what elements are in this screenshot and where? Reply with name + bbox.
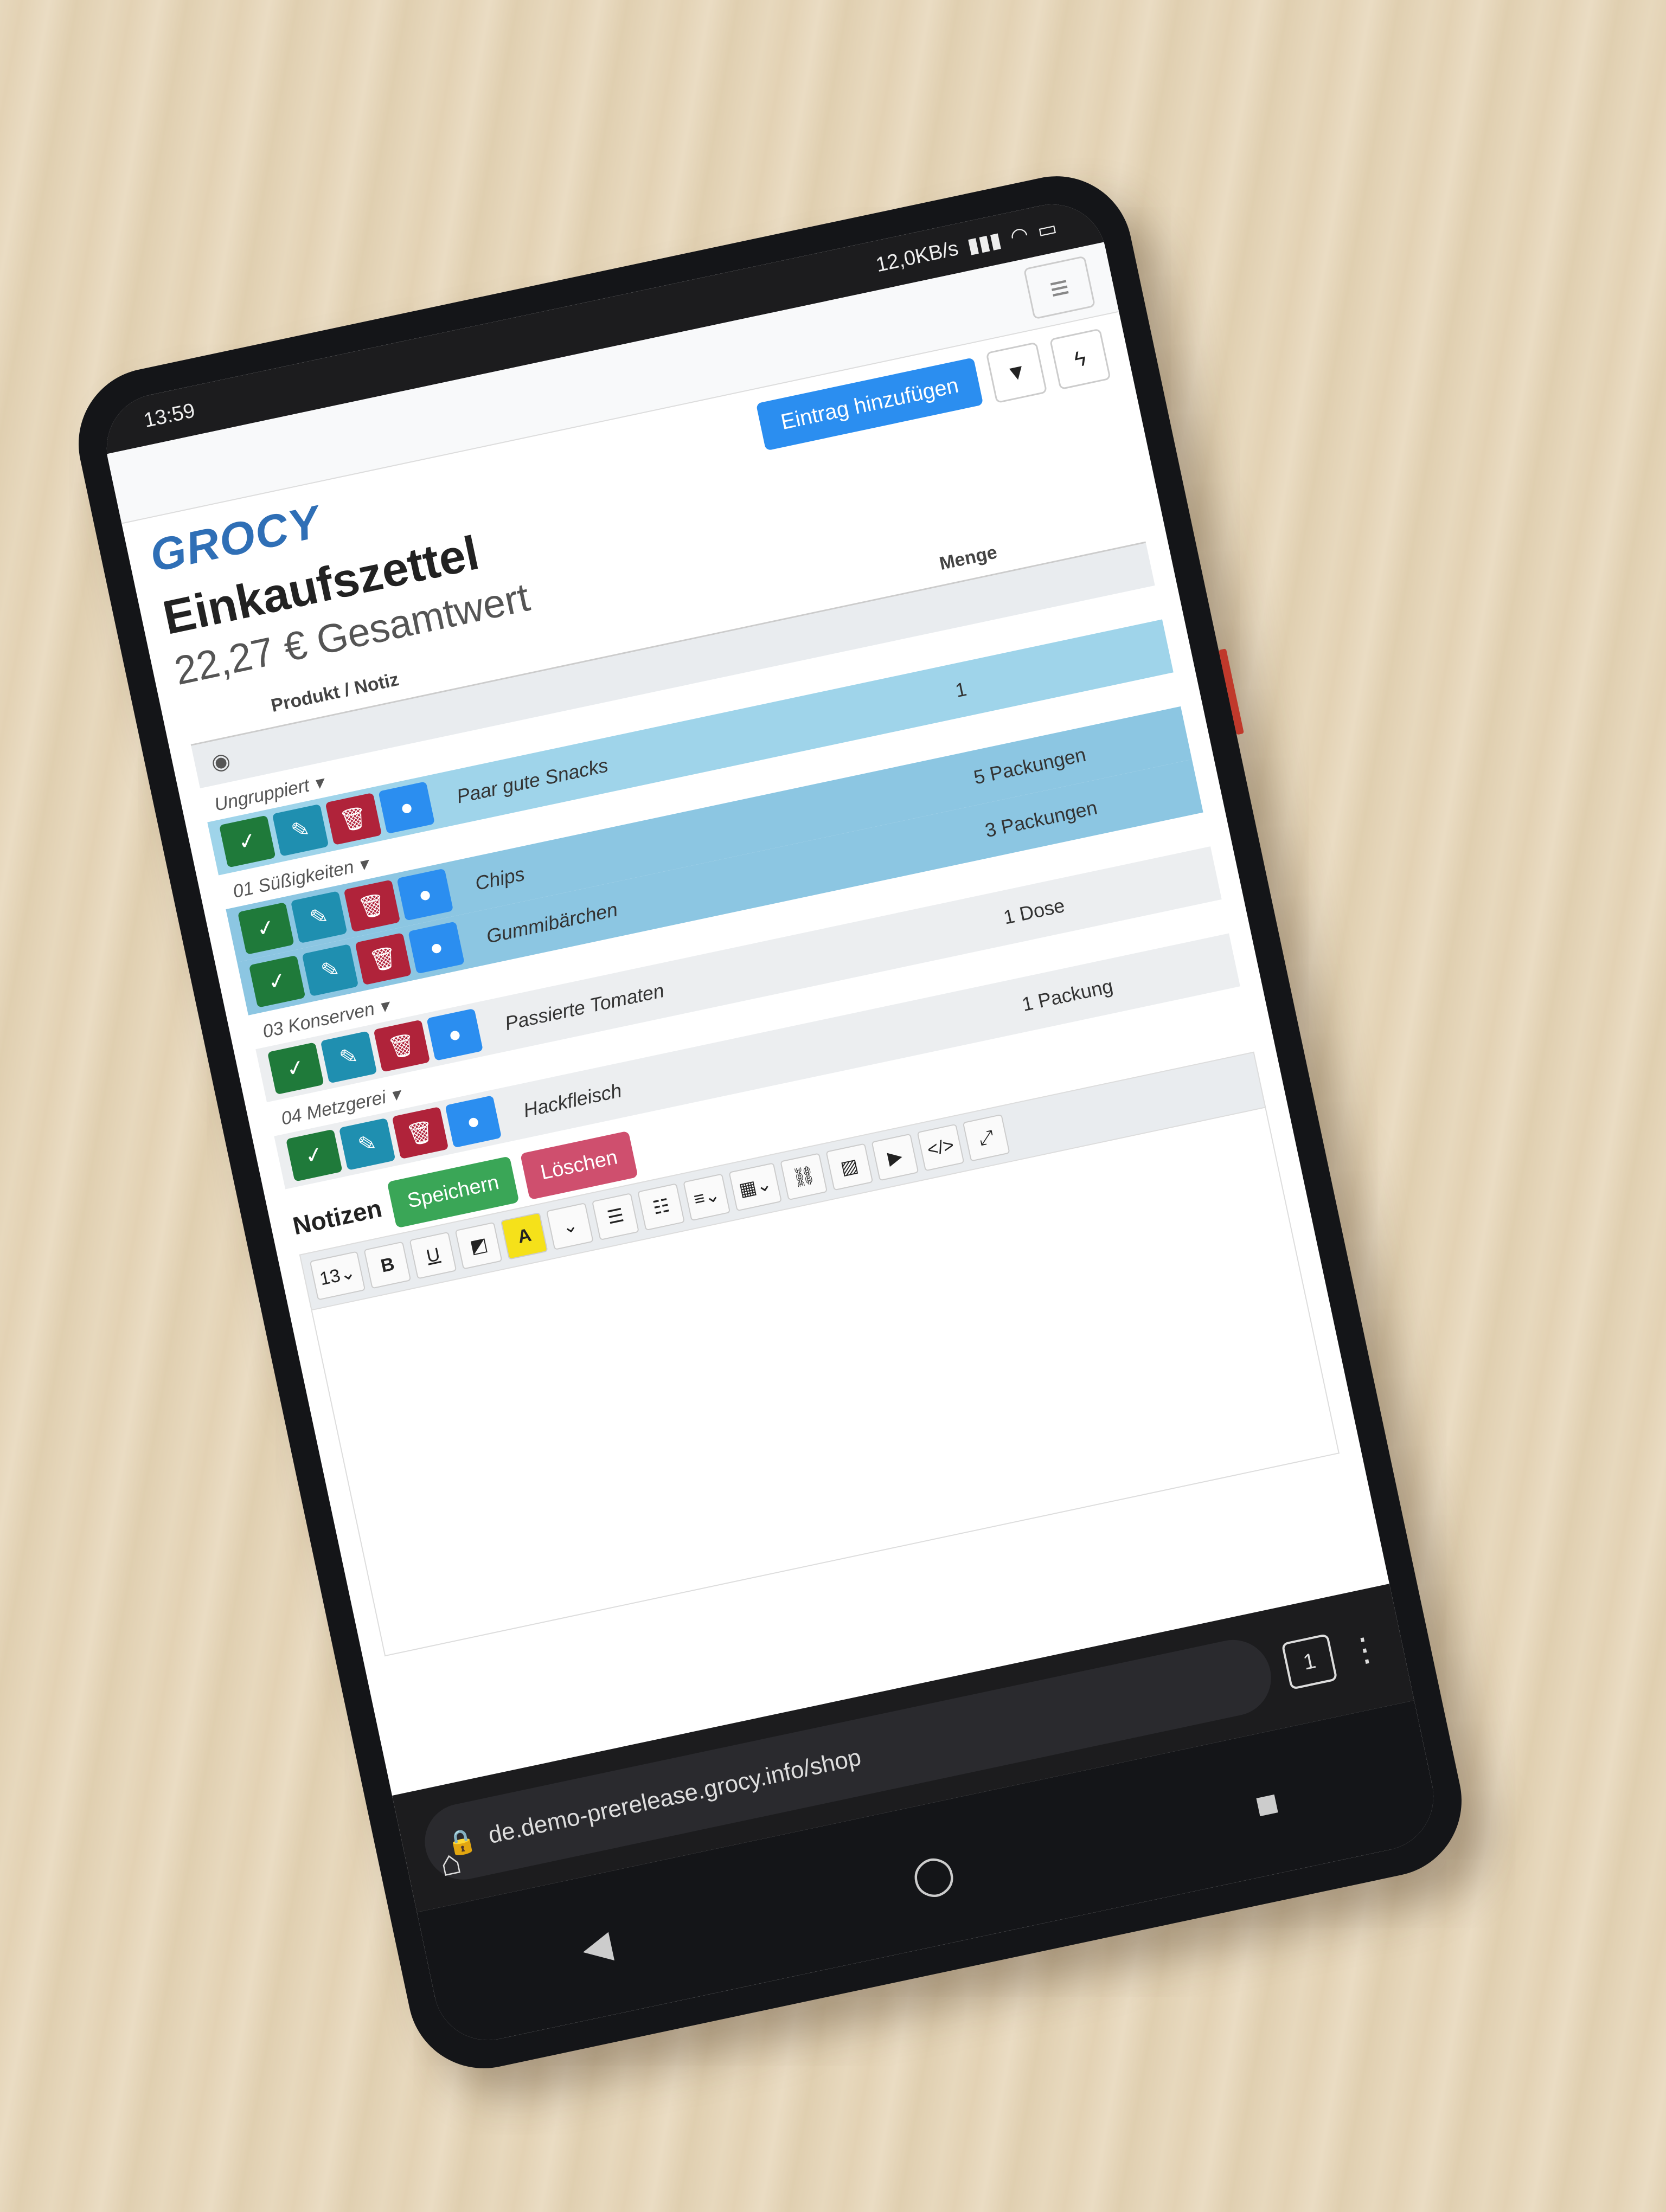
- text-color-icon[interactable]: A: [501, 1212, 548, 1260]
- recents-icon[interactable]: ■: [1251, 1780, 1283, 1828]
- table-icon[interactable]: ▦⌄: [728, 1162, 782, 1212]
- color-dropdown-icon[interactable]: ⌄: [546, 1202, 594, 1250]
- screen: 13:59 12,0KB/s ▮▮▮ ◠ ▭ ≡ GROCY Eintrag h…: [97, 194, 1444, 2050]
- ordered-list-icon[interactable]: ☷: [637, 1183, 685, 1231]
- underline-icon[interactable]: U: [409, 1231, 457, 1279]
- menu-icon[interactable]: ≡: [1023, 255, 1096, 320]
- notes-label: Notizen: [290, 1193, 385, 1240]
- video-icon[interactable]: ▶: [871, 1133, 919, 1181]
- trash-icon[interactable]: 🗑: [355, 933, 412, 986]
- edit-icon[interactable]: ✎: [338, 1117, 396, 1171]
- link-icon[interactable]: ⛓: [780, 1153, 828, 1201]
- check-icon[interactable]: ✓: [219, 815, 276, 868]
- check-icon[interactable]: ✓: [238, 902, 294, 955]
- font-size-select[interactable]: 13 ⌄: [309, 1251, 366, 1301]
- status-time: 13:59: [142, 398, 197, 432]
- main-content: GROCY Eintrag hinzufügen ▼ ϟ Einkaufszet…: [121, 312, 1362, 1667]
- eraser-icon[interactable]: ◩: [455, 1221, 503, 1270]
- more-menu-icon[interactable]: ⋮: [1345, 1628, 1385, 1672]
- check-icon[interactable]: ✓: [267, 1042, 324, 1095]
- apple-icon[interactable]: ●: [445, 1095, 502, 1148]
- trash-icon[interactable]: 🗑: [343, 879, 401, 933]
- font-size-value: 13: [318, 1264, 342, 1289]
- align-icon[interactable]: ≡⌄: [683, 1173, 731, 1221]
- check-icon[interactable]: ✓: [248, 955, 306, 1008]
- back-icon[interactable]: ◀: [578, 1921, 616, 1971]
- fullscreen-icon[interactable]: ⤢: [962, 1114, 1010, 1162]
- apple-icon[interactable]: ●: [396, 868, 454, 921]
- image-icon[interactable]: ▨: [825, 1143, 874, 1191]
- trash-icon[interactable]: 🗑: [373, 1019, 431, 1072]
- tab-count-button[interactable]: 1: [1281, 1633, 1338, 1690]
- edit-icon[interactable]: ✎: [302, 944, 359, 996]
- edit-icon[interactable]: ✎: [272, 803, 329, 857]
- check-icon[interactable]: ✓: [286, 1129, 343, 1182]
- bold-icon[interactable]: B: [363, 1241, 412, 1289]
- eye-icon[interactable]: ◉: [209, 748, 233, 776]
- filter-icon[interactable]: ▼: [985, 342, 1048, 404]
- trash-icon[interactable]: 🗑: [325, 792, 382, 845]
- signal-icon: ▮▮▮: [965, 228, 1003, 258]
- apple-icon[interactable]: ●: [378, 781, 435, 834]
- actions-column-header: [184, 696, 274, 735]
- edit-icon[interactable]: ✎: [320, 1031, 377, 1084]
- trash-icon[interactable]: 🗑: [392, 1107, 449, 1160]
- side-button: [1218, 648, 1244, 735]
- apple-icon[interactable]: ●: [426, 1008, 484, 1061]
- wifi-icon: ◠: [1008, 222, 1031, 249]
- unordered-list-icon[interactable]: ☰: [592, 1193, 640, 1240]
- network-speed: 12,0KB/s: [874, 236, 960, 276]
- home-button-icon[interactable]: ◯: [908, 1849, 959, 1901]
- phone: 13:59 12,0KB/s ▮▮▮ ◠ ▭ ≡ GROCY Eintrag h…: [64, 162, 1476, 2082]
- edit-icon[interactable]: ✎: [290, 891, 348, 944]
- code-icon[interactable]: </>: [917, 1123, 965, 1172]
- apple-icon[interactable]: ●: [408, 921, 465, 974]
- battery-icon: ▭: [1035, 216, 1059, 243]
- bolt-icon[interactable]: ϟ: [1049, 328, 1111, 390]
